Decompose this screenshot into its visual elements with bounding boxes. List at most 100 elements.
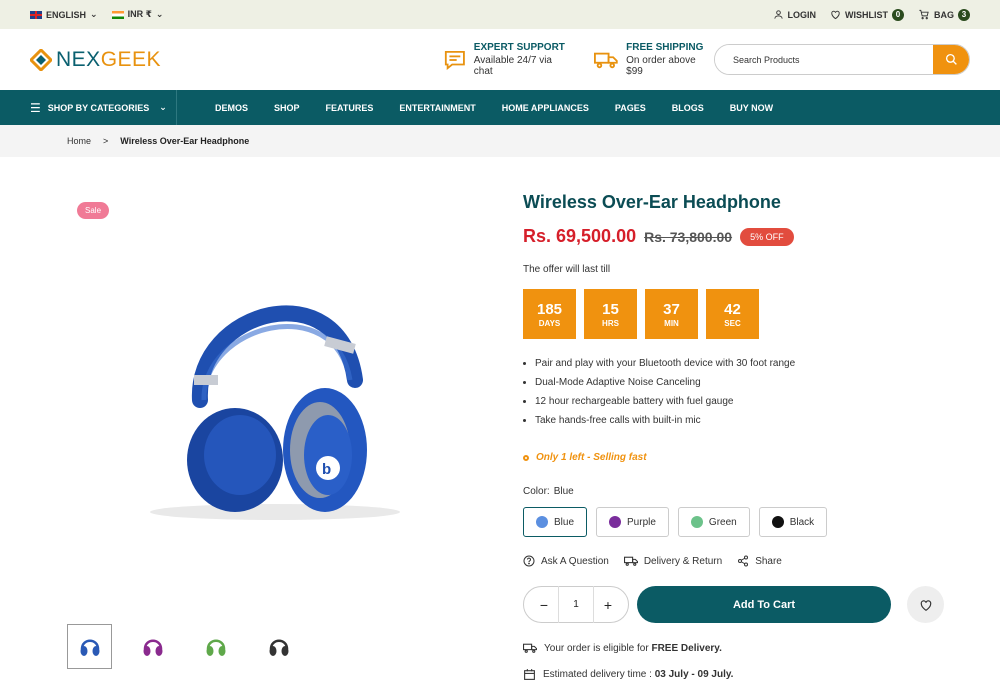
price-row: Rs. 69,500.00 Rs. 73,800.00 5% OFF — [523, 226, 794, 247]
india-flag-icon — [111, 10, 124, 19]
nav-shop[interactable]: SHOP — [261, 103, 313, 113]
truck-icon — [594, 52, 619, 68]
feature-item: 12 hour rechargeable battery with fuel g… — [523, 396, 795, 407]
increase-button[interactable]: + — [598, 597, 618, 613]
countdown-days: 185 DAYS — [523, 289, 576, 339]
top-bar: ENGLISH ⌄ INR ₹ ⌄ LOGIN WISHLIST 0 BAG 3 — [0, 0, 1000, 29]
wishlist-link[interactable]: WISHLIST 0 — [830, 8, 904, 21]
uk-flag-icon — [30, 10, 42, 19]
swatch-blue[interactable]: Blue — [523, 507, 588, 537]
chevron-down-icon: ⌄ — [90, 9, 98, 19]
product-image[interactable]: b — [140, 280, 410, 530]
swatch-purple[interactable]: Purple — [596, 507, 669, 537]
login-link[interactable]: LOGIN — [773, 9, 816, 20]
sale-badge: Sale — [77, 202, 110, 219]
expert-support: EXPERT SUPPORT Available 24/7 via chat — [444, 42, 572, 77]
logo-mark-icon — [30, 48, 52, 71]
delivery-return-link[interactable]: Delivery & Return — [623, 555, 722, 567]
breadcrumb-home[interactable]: Home — [67, 136, 91, 146]
free-shipping: FREE SHIPPING On order above $99 — [594, 42, 714, 77]
breadcrumb-current: Wireless Over-Ear Headphone — [120, 136, 250, 146]
question-icon — [523, 555, 535, 567]
search-button[interactable] — [933, 45, 969, 74]
color-dot-icon — [609, 516, 622, 528]
user-icon — [773, 10, 783, 19]
heart-icon — [920, 599, 931, 611]
swatch-green[interactable]: Green — [677, 507, 750, 537]
search-bar — [713, 44, 970, 75]
feature-item: Pair and play with your Bluetooth device… — [523, 358, 795, 369]
decrease-button[interactable]: − — [534, 597, 554, 613]
menu-icon: ☰ — [30, 100, 41, 115]
color-dot-icon — [536, 516, 548, 528]
calendar-icon — [524, 669, 535, 680]
thumbnail-green[interactable] — [193, 624, 238, 669]
discount-badge: 5% OFF — [740, 227, 794, 246]
color-dot-icon — [690, 516, 703, 528]
headphone-icon — [143, 639, 162, 656]
chevron-down-icon: ⌄ — [155, 9, 164, 19]
breadcrumb: Home > Wireless Over-Ear Headphone — [0, 125, 1000, 157]
truck-icon — [623, 556, 638, 566]
product-actions: Ask A Question Delivery & Return Share — [523, 555, 782, 567]
truck-icon — [523, 643, 537, 653]
thumbnail-black[interactable] — [256, 624, 301, 669]
main-nav: ☰ SHOP BY CATEGORIES ⌄ DEMOS SHOP FEATUR… — [0, 90, 1000, 125]
bag-count-badge: 3 — [958, 8, 970, 21]
feature-item: Dual-Mode Adaptive Noise Canceling — [523, 377, 795, 388]
delivery-eligibility: Your order is eligible for FREE Delivery… — [523, 642, 722, 654]
chevron-down-icon: ⌄ — [159, 102, 167, 112]
current-price: Rs. 69,500.00 — [523, 226, 637, 246]
cart-icon — [919, 9, 929, 20]
quantity-value[interactable]: 1 — [558, 586, 594, 623]
shop-by-categories-button[interactable]: ☰ SHOP BY CATEGORIES ⌄ — [0, 90, 177, 125]
thumbnail-purple[interactable] — [130, 624, 175, 669]
thumbnail-blue[interactable] — [67, 624, 112, 669]
nav-pages[interactable]: PAGES — [602, 103, 659, 113]
share-icon — [738, 555, 749, 567]
offer-text: The offer will last till — [523, 264, 611, 275]
nav-blogs[interactable]: BLOGS — [659, 103, 717, 113]
color-dot-icon — [771, 516, 784, 528]
bag-link[interactable]: BAG 3 — [918, 8, 970, 21]
stock-notice: Only 1 left - Selling fast — [523, 452, 647, 463]
currency-selector[interactable]: INR ₹ ⌄ — [111, 9, 164, 20]
nav-demos[interactable]: DEMOS — [202, 103, 261, 113]
color-swatches: Blue Purple Green Black — [523, 507, 828, 537]
nav-home-appliances[interactable]: HOME APPLIANCES — [489, 103, 602, 113]
color-label: Color: Blue — [523, 486, 574, 497]
language-selector[interactable]: ENGLISH ⌄ — [30, 9, 98, 20]
search-input[interactable] — [714, 45, 933, 74]
product-title: Wireless Over-Ear Headphone — [523, 192, 781, 212]
old-price: Rs. 73,800.00 — [644, 228, 733, 245]
search-icon — [945, 53, 957, 65]
estimated-delivery: Estimated delivery time : 03 July - 09 J… — [523, 668, 733, 681]
stock-dot-icon — [523, 454, 529, 461]
swatch-black[interactable]: Black — [758, 507, 828, 537]
headphone-icon — [80, 639, 99, 656]
add-to-cart-button[interactable]: Add To Cart — [637, 586, 891, 623]
wishlist-button[interactable] — [907, 586, 944, 623]
header: NEX GEEK EXPERT SUPPORT Available 24/7 vi… — [0, 29, 1000, 90]
svg-text:b: b — [322, 461, 331, 478]
cart-row: − 1 + Add To Cart — [523, 586, 944, 623]
feature-item: Take hands-free calls with built-in mic — [523, 415, 795, 426]
nav-buy-now[interactable]: BUY NOW — [717, 103, 786, 113]
countdown-timer: 185 DAYS 15 HRS 37 MIN 42 SEC — [523, 289, 759, 339]
nav-entertainment[interactable]: ENTERTAINMENT — [386, 103, 488, 113]
breadcrumb-separator: > — [103, 136, 109, 146]
countdown-hours: 15 HRS — [584, 289, 637, 339]
countdown-seconds: 42 SEC — [706, 289, 759, 339]
quantity-stepper: − 1 + — [523, 586, 629, 623]
share-link[interactable]: Share — [737, 555, 782, 567]
ask-question-link[interactable]: Ask A Question — [523, 555, 609, 567]
logo[interactable]: NEX GEEK — [30, 48, 161, 72]
nav-features[interactable]: FEATURES — [313, 103, 387, 113]
feature-list: Pair and play with your Bluetooth device… — [523, 358, 795, 434]
countdown-minutes: 37 MIN — [645, 289, 698, 339]
thumbnail-list — [67, 624, 301, 669]
headphone-icon — [269, 639, 288, 656]
heart-icon — [831, 10, 840, 20]
wishlist-count-badge: 0 — [892, 8, 904, 21]
headphone-icon — [206, 639, 225, 656]
